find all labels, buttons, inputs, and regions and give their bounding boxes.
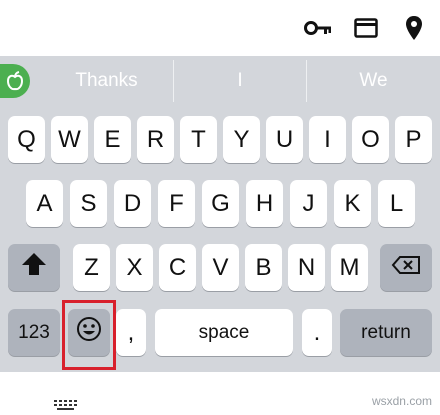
autofill-toolbar bbox=[0, 0, 440, 56]
keyboard-icon[interactable] bbox=[54, 400, 78, 410]
suggestion-1[interactable]: Thanks bbox=[40, 56, 173, 106]
key-o[interactable]: O bbox=[352, 116, 389, 163]
key-y[interactable]: Y bbox=[223, 116, 260, 163]
key-s[interactable]: S bbox=[70, 180, 107, 227]
shift-key[interactable] bbox=[8, 244, 60, 291]
return-key[interactable]: return bbox=[340, 309, 432, 356]
emoji-key-highlight bbox=[62, 300, 116, 370]
backspace-icon bbox=[391, 254, 421, 282]
key-z[interactable]: Z bbox=[73, 244, 110, 291]
key-u[interactable]: U bbox=[266, 116, 303, 163]
key-k[interactable]: K bbox=[334, 180, 371, 227]
key-n[interactable]: N bbox=[288, 244, 325, 291]
key-w[interactable]: W bbox=[51, 116, 88, 163]
backspace-key[interactable] bbox=[380, 244, 432, 291]
key-p[interactable]: P bbox=[395, 116, 432, 163]
watermark: wsxdn.com bbox=[371, 394, 432, 408]
key-l[interactable]: L bbox=[378, 180, 415, 227]
key-f[interactable]: F bbox=[158, 180, 195, 227]
key-x[interactable]: X bbox=[116, 244, 153, 291]
key-t[interactable]: T bbox=[180, 116, 217, 163]
key-i[interactable]: I bbox=[309, 116, 346, 163]
suggestion-2[interactable]: I bbox=[174, 56, 306, 106]
key-a[interactable]: A bbox=[26, 180, 63, 227]
key-d[interactable]: D bbox=[114, 180, 151, 227]
location-pin-icon[interactable] bbox=[400, 14, 428, 42]
key-e[interactable]: E bbox=[94, 116, 131, 163]
card-icon[interactable] bbox=[352, 14, 380, 42]
shift-arrow-icon bbox=[21, 252, 47, 283]
key-m[interactable]: M bbox=[331, 244, 368, 291]
period-key[interactable]: . bbox=[302, 309, 332, 356]
bottom-bar: wsxdn.com bbox=[0, 372, 440, 415]
key-icon[interactable] bbox=[304, 14, 332, 42]
suggestion-bar: Thanks I We bbox=[0, 56, 440, 106]
numbers-key[interactable]: 123 bbox=[8, 309, 60, 356]
key-h[interactable]: H bbox=[246, 180, 283, 227]
space-key[interactable]: space bbox=[155, 309, 293, 356]
key-c[interactable]: C bbox=[159, 244, 196, 291]
key-g[interactable]: G bbox=[202, 180, 239, 227]
key-b[interactable]: B bbox=[245, 244, 282, 291]
apple-logo-icon[interactable] bbox=[0, 64, 30, 98]
comma-key[interactable]: , bbox=[116, 309, 146, 356]
key-v[interactable]: V bbox=[202, 244, 239, 291]
key-q[interactable]: Q bbox=[8, 116, 45, 163]
key-j[interactable]: J bbox=[290, 180, 327, 227]
key-r[interactable]: R bbox=[137, 116, 174, 163]
suggestion-3[interactable]: We bbox=[307, 56, 440, 106]
